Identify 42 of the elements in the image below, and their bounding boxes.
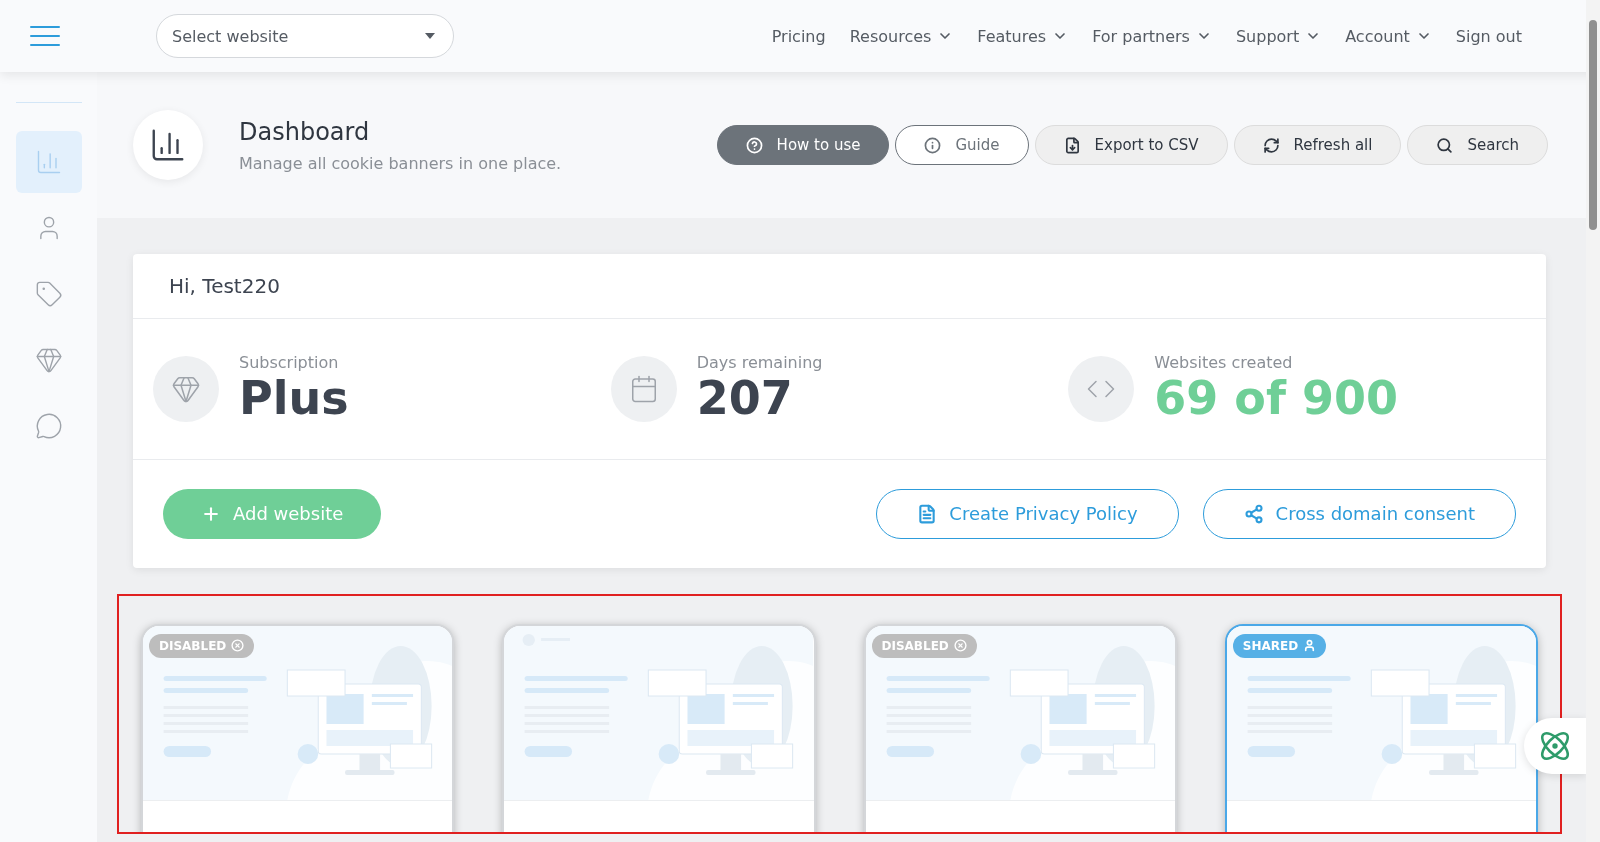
greeting: Hi, Test220 — [133, 254, 1546, 319]
scrollbar[interactable] — [1589, 20, 1597, 230]
toolbar-button[interactable]: Export to CSV — [1034, 125, 1228, 165]
nav-link[interactable]: Support — [1235, 26, 1322, 46]
toolbar-button[interactable]: Guide — [895, 125, 1029, 165]
diamond-icon — [34, 346, 63, 374]
atom-button[interactable] — [1524, 718, 1586, 774]
nav-link[interactable]: Resources — [849, 26, 954, 46]
close-circle-icon — [231, 639, 245, 653]
tag-icon — [34, 280, 63, 308]
stat-value: 69 of 900 — [1154, 372, 1398, 425]
atom-icon — [1538, 729, 1572, 763]
stat-value: 207 — [696, 372, 794, 425]
menu-icon[interactable] — [30, 26, 60, 46]
toolbar-button[interactable]: How to use — [716, 125, 890, 165]
stat-label: Subscription — [239, 353, 340, 372]
website-card[interactable] — [502, 623, 816, 832]
nav-link[interactable]: Sign out — [1455, 26, 1522, 46]
chat-bubble-icon — [34, 412, 63, 440]
toolbar-button[interactable]: Refresh all — [1233, 125, 1402, 165]
stat-value: Plus — [239, 372, 349, 425]
website-select[interactable]: Select website — [156, 14, 454, 58]
nav-link[interactable]: Features — [977, 26, 1069, 46]
toolbar-button[interactable]: Search — [1407, 125, 1548, 165]
stat-label: Websites created — [1154, 353, 1294, 372]
page-title: Dashboard — [239, 117, 371, 146]
stat-label: Days remaining — [696, 353, 823, 372]
nav-link[interactable]: For partners — [1092, 26, 1212, 46]
close-circle-icon — [953, 639, 967, 653]
search-icon — [1436, 136, 1454, 154]
file-download-icon — [1063, 136, 1081, 154]
caret-icon — [425, 33, 435, 39]
nav-link[interactable]: Pricing — [771, 26, 826, 46]
nav-link[interactable]: Account — [1345, 26, 1432, 46]
user-icon — [1303, 639, 1317, 653]
refresh-icon — [1262, 136, 1280, 154]
info-icon — [924, 136, 942, 154]
document-icon — [917, 503, 938, 524]
question-icon — [745, 136, 763, 154]
share-icon — [1243, 503, 1264, 524]
page-subtitle: Manage all cookie banners in one place. — [239, 153, 562, 173]
sidebar-item[interactable] — [15, 131, 82, 193]
